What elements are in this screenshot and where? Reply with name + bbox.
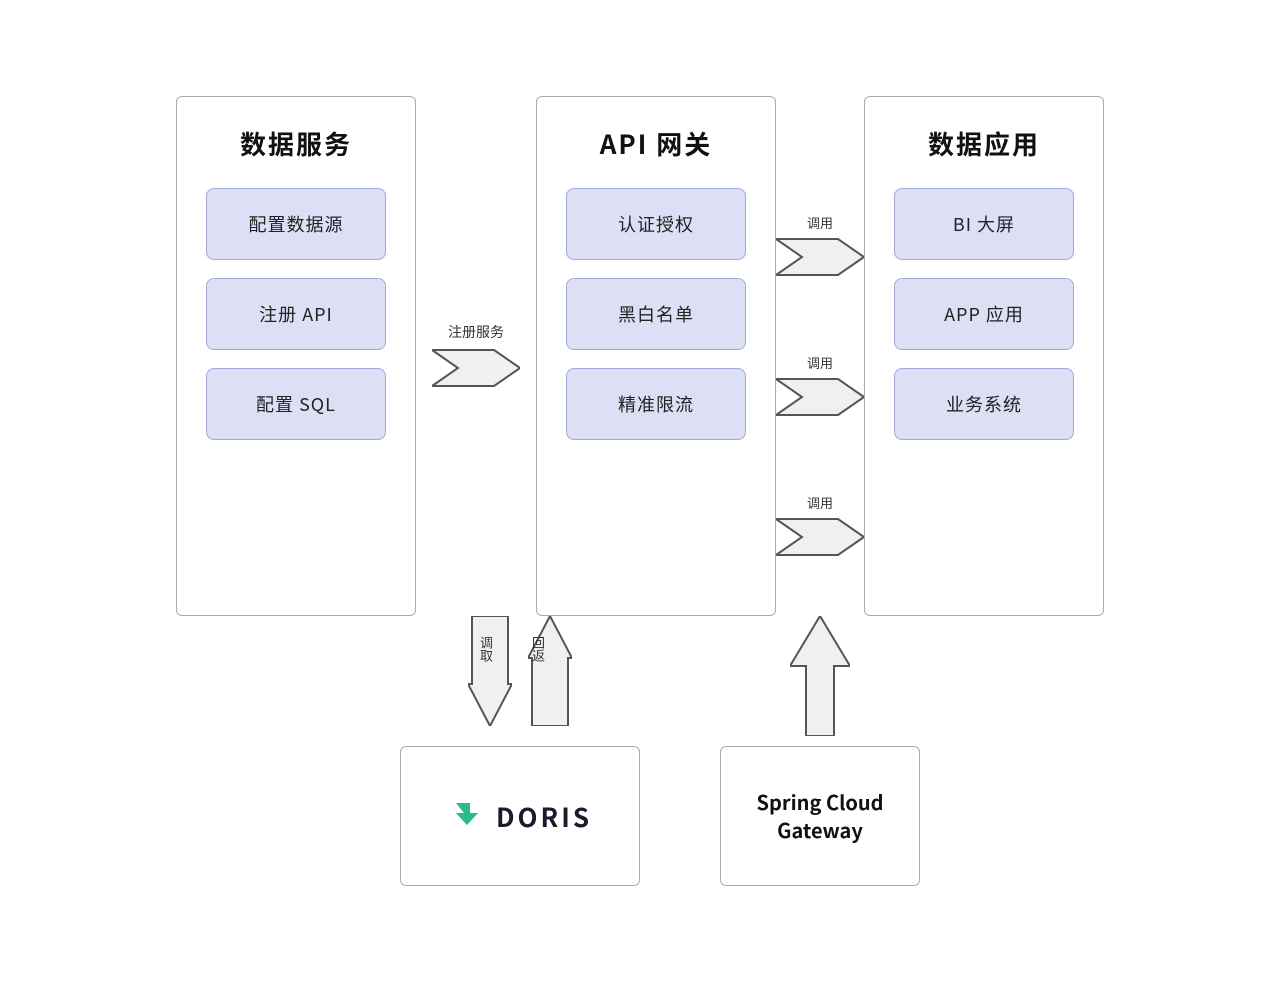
panel-data-service: 数据服务 配置数据源 注册 API 配置 SQL: [176, 96, 416, 616]
right-chevron-icon: [432, 346, 520, 390]
box-ratelimit: 精准限流: [566, 368, 746, 440]
doris-label: DORIS: [496, 798, 592, 835]
right-chevron-icon-3: [776, 515, 864, 559]
box-auth: 认证授权: [566, 188, 746, 260]
bottom-row: 调取回返 DORIS Spri: [50, 616, 1230, 886]
up-arrow-icon: [528, 616, 572, 726]
arrow-register-service: 注册服务: [416, 322, 536, 390]
bottom-left-section: 调取回返 DORIS: [400, 616, 640, 886]
call-label-2: 调用: [807, 353, 833, 372]
box-biz-system: 业务系统: [894, 368, 1074, 440]
call-arrows-container: 调用 调用 调用: [776, 96, 864, 616]
gateway-up-arrow-container: [790, 616, 850, 746]
call-arrow-3: 调用: [776, 493, 864, 559]
vertical-arrows: 调取回返: [460, 616, 580, 746]
bottom-mid-section: Spring Cloud Gateway: [760, 616, 880, 886]
box-app: APP 应用: [894, 278, 1074, 350]
panel-mid-title: API 网关: [600, 125, 713, 162]
call-label-3: 调用: [807, 493, 833, 512]
register-arrow-label: 注册服务: [448, 322, 504, 342]
up-arrow-container: [528, 616, 572, 726]
call-arrow-1: 调用: [776, 213, 864, 279]
gateway-up-arrow-icon: [790, 616, 850, 736]
gateway-box: Spring Cloud Gateway: [720, 746, 920, 886]
down-arrow-icon: [468, 616, 512, 726]
top-row: 数据服务 配置数据源 注册 API 配置 SQL 注册服务 API 网关 认证授…: [50, 96, 1230, 616]
register-arrow-container: 注册服务: [432, 322, 520, 390]
call-label-1: 调用: [807, 213, 833, 232]
diagram: 数据服务 配置数据源 注册 API 配置 SQL 注册服务 API 网关 认证授…: [50, 31, 1230, 951]
panel-api-gateway: API 网关 认证授权 黑白名单 精准限流: [536, 96, 776, 616]
panel-left-title: 数据服务: [240, 125, 352, 162]
call-arrow-2: 调用: [776, 353, 864, 419]
box-register-api: 注册 API: [206, 278, 386, 350]
box-bi: BI 大屏: [894, 188, 1074, 260]
doris-logo-icon: [448, 797, 486, 835]
panel-right-title: 数据应用: [928, 125, 1040, 162]
down-arrow-container: [468, 616, 512, 726]
box-blackwhite: 黑白名单: [566, 278, 746, 350]
right-chevron-icon-2: [776, 375, 864, 419]
box-config-sql: 配置 SQL: [206, 368, 386, 440]
panel-data-app: 数据应用 BI 大屏 APP 应用 业务系统: [864, 96, 1104, 616]
right-chevron-icon-1: [776, 235, 864, 279]
doris-box: DORIS: [400, 746, 640, 886]
box-config-datasource: 配置数据源: [206, 188, 386, 260]
gateway-label: Spring Cloud Gateway: [756, 788, 883, 844]
